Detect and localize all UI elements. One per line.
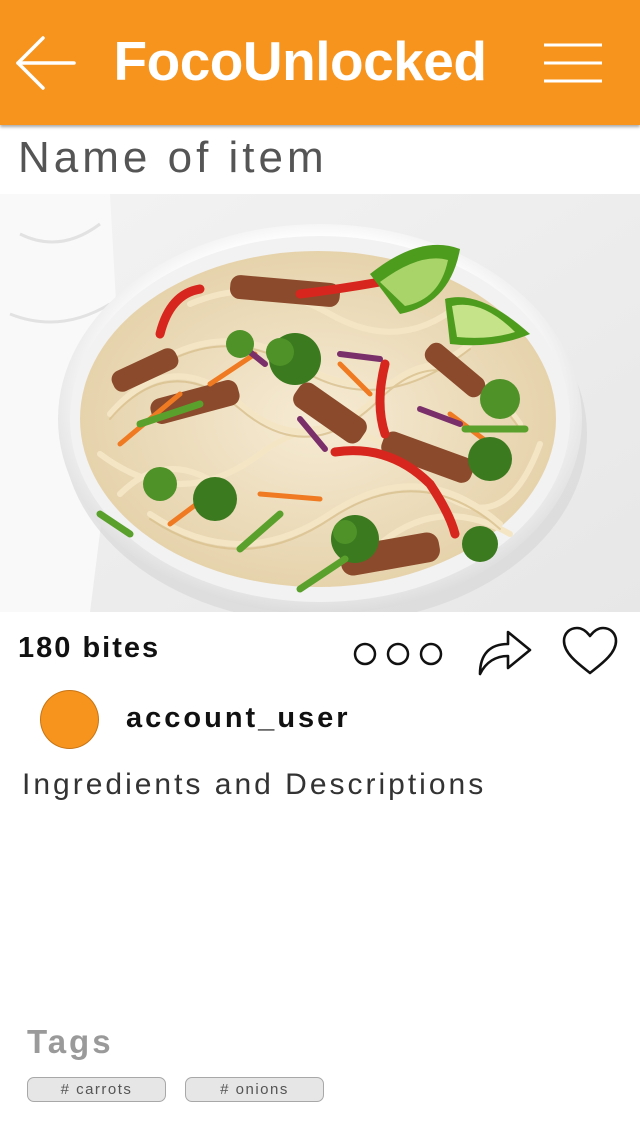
app-title: FocoUnlocked [113,30,487,92]
app-header: FocoUnlocked [0,0,640,125]
tag-chip-onions[interactable]: # onions [185,1077,324,1102]
bites-count: 180 bites [18,632,161,664]
item-description: Ingredients and Descriptions [22,768,487,801]
food-photo [0,194,640,624]
hamburger-menu-icon [544,43,602,83]
more-dots-icon [353,642,443,666]
more-options-button[interactable] [352,640,444,668]
heart-icon [562,626,618,675]
like-button[interactable] [560,624,620,678]
share-arrow-icon [478,630,532,676]
avatar[interactable] [41,691,98,748]
item-name: Name of item [18,133,328,182]
share-button[interactable] [474,624,534,678]
tags-heading: Tags [27,1023,114,1060]
username[interactable]: account_user [126,700,351,736]
menu-button[interactable] [540,40,606,86]
tag-chip-carrots[interactable]: # carrots [27,1077,166,1102]
